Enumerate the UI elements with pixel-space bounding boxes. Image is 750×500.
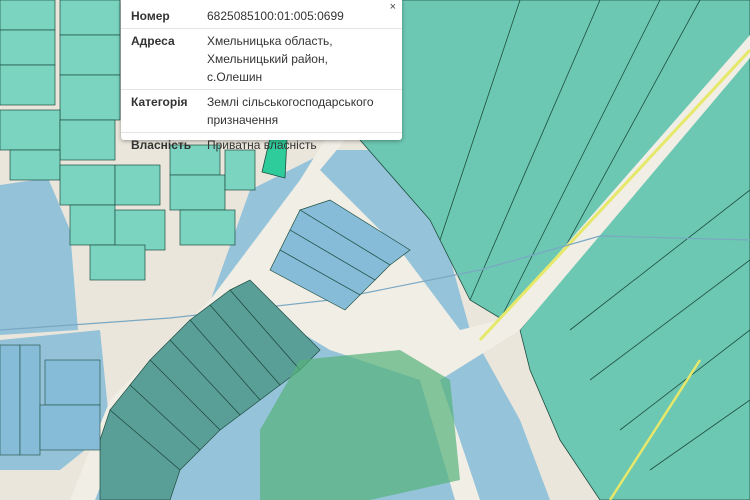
parcel-info-table: Номер 6825085100:01:005:0699 Адреса Хмел… <box>121 4 402 157</box>
label-address: Адреса <box>121 28 197 90</box>
value-number: 6825085100:01:005:0699 <box>197 4 402 29</box>
value-ownership: Приватна власність <box>207 138 317 152</box>
value-category: Землі сільськогосподарського призначення <box>197 89 402 133</box>
residential-parcels-sw[interactable] <box>0 344 101 456</box>
value-address: Хмельницька область, Хмельницький район, … <box>197 28 402 90</box>
label-category: Категорія <box>121 89 197 133</box>
label-ownership: Власність <box>131 138 192 152</box>
parcel-info-popup: × Номер 6825085100:01:005:0699 Адреса Хм… <box>121 0 402 152</box>
row-address: Адреса Хмельницька область, Хмельницький … <box>121 28 402 90</box>
row-number: Номер 6825085100:01:005:0699 <box>121 4 402 29</box>
row-category: Категорія Землі сільськогосподарського пр… <box>121 89 402 133</box>
label-number: Номер <box>121 4 197 29</box>
close-icon[interactable]: × <box>390 0 396 14</box>
row-ownership: Власність Приватна власність <box>121 133 402 158</box>
